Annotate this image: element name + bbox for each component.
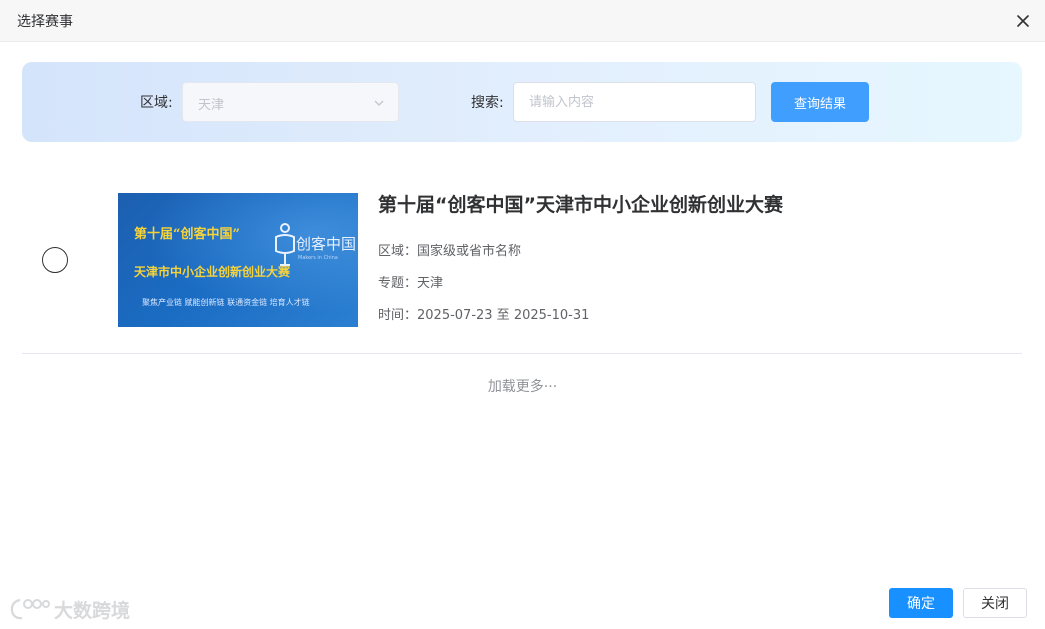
- event-region: 区域：国家级或省市名称: [378, 244, 522, 259]
- event-title[interactable]: 第十届“创客中国”天津市中小企业创新创业大赛: [378, 190, 783, 217]
- filter-bar: 区域: 天津 搜索: 查询结果: [22, 62, 1022, 142]
- watermark-logo-icon: [10, 598, 50, 620]
- watermark-text: 大数跨境: [54, 599, 131, 622]
- event-list-item: 第十届“创客中国” 天津市中小企业创新创业大赛 聚焦产业链 赋能创新链 联通资金…: [22, 170, 1022, 354]
- region-label: 区域:: [140, 95, 173, 111]
- event-time: 时间：2025-07-23 至 2025-10-31: [378, 308, 590, 323]
- image-logo-subtext: Makers in China: [298, 255, 338, 261]
- search-input[interactable]: [513, 82, 756, 122]
- chevron-down-icon: [374, 100, 384, 106]
- confirm-button[interactable]: 确定: [889, 588, 953, 618]
- image-line-2: 天津市中小企业创新创业大赛: [134, 265, 291, 279]
- event-image[interactable]: 第十届“创客中国” 天津市中小企业创新创业大赛 聚焦产业链 赋能创新链 联通资金…: [118, 193, 358, 327]
- search-label: 搜索:: [471, 95, 504, 111]
- load-more-link[interactable]: 加载更多···: [0, 376, 1045, 396]
- close-icon[interactable]: [1013, 11, 1033, 31]
- region-select-value: 天津: [198, 98, 225, 113]
- query-button[interactable]: 查询结果: [771, 82, 869, 122]
- close-button[interactable]: 关闭: [963, 588, 1027, 618]
- region-select[interactable]: 天津: [182, 82, 399, 122]
- dialog-header: 选择赛事: [0, 0, 1045, 42]
- image-logo-text: 创客中国: [296, 235, 357, 253]
- image-line-3: 聚焦产业链 赋能创新链 联通资金链 培育人才链: [142, 298, 310, 307]
- dialog-title: 选择赛事: [17, 14, 73, 30]
- image-line-1: 第十届“创客中国”: [134, 227, 240, 242]
- watermark: 大数跨境: [8, 594, 130, 624]
- event-radio[interactable]: [42, 247, 68, 273]
- event-topic: 专题：天津: [378, 276, 444, 291]
